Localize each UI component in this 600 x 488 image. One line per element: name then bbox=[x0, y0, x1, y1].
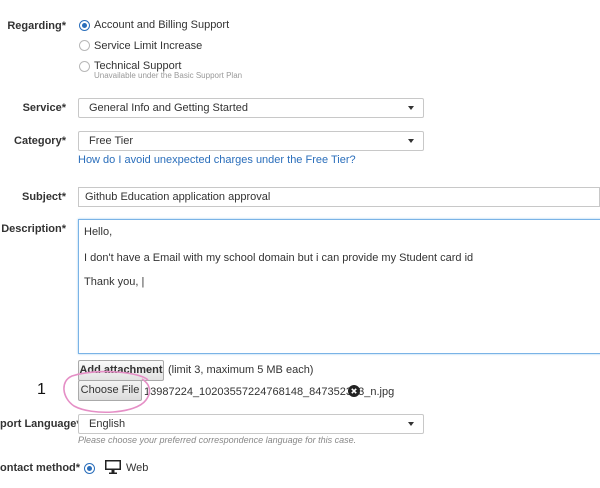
monitor-icon bbox=[105, 460, 121, 474]
close-circle-icon[interactable] bbox=[348, 385, 360, 397]
option-account-billing-label[interactable]: Account and Billing Support bbox=[94, 19, 229, 31]
description-line: I don't have a Email with my school doma… bbox=[84, 252, 474, 264]
technical-support-note: Unavailable under the Basic Support Plan bbox=[94, 71, 243, 80]
attachment-limit-text: (limit 3, maximum 5 MB each) bbox=[168, 364, 314, 376]
language-hint: Please choose your preferred corresponde… bbox=[78, 435, 357, 445]
language-select-value: English bbox=[89, 418, 126, 430]
description-line: Hello, bbox=[84, 226, 113, 238]
free-tier-help-link[interactable]: How do I avoid unexpected charges under … bbox=[78, 154, 356, 166]
radio-technical-support[interactable] bbox=[79, 61, 90, 72]
language-select[interactable]: English bbox=[78, 414, 424, 434]
annotation-circle bbox=[63, 370, 151, 414]
radio-contact-web[interactable] bbox=[84, 463, 95, 474]
contact-method-label: ontact method* bbox=[0, 462, 81, 474]
description-label: Description* bbox=[1, 223, 66, 235]
radio-account-billing[interactable] bbox=[79, 20, 90, 31]
caret-down-icon bbox=[408, 139, 414, 143]
caret-down-icon bbox=[408, 422, 414, 426]
category-select-value: Free Tier bbox=[89, 135, 134, 147]
service-select-value: General Info and Getting Started bbox=[89, 102, 248, 114]
annotation-number: 1 bbox=[37, 381, 46, 398]
subject-input[interactable]: Github Education application approval bbox=[78, 187, 600, 207]
radio-service-limit[interactable] bbox=[79, 40, 90, 51]
subject-label: Subject* bbox=[21, 191, 66, 203]
category-label: Category* bbox=[14, 135, 66, 147]
caret-down-icon bbox=[408, 106, 414, 110]
description-textarea[interactable]: Hello, I don't have a Email with my scho… bbox=[78, 219, 600, 354]
contact-web-label[interactable]: Web bbox=[126, 462, 148, 474]
service-label: Service* bbox=[22, 102, 66, 114]
description-line: Thank you, | bbox=[84, 276, 145, 288]
option-service-limit-label[interactable]: Service Limit Increase bbox=[94, 40, 202, 52]
category-select[interactable]: Free Tier bbox=[78, 131, 424, 151]
regarding-label: Regarding* bbox=[7, 20, 66, 32]
support-language-label: port Language* bbox=[0, 418, 81, 430]
service-select[interactable]: General Info and Getting Started bbox=[78, 98, 424, 118]
